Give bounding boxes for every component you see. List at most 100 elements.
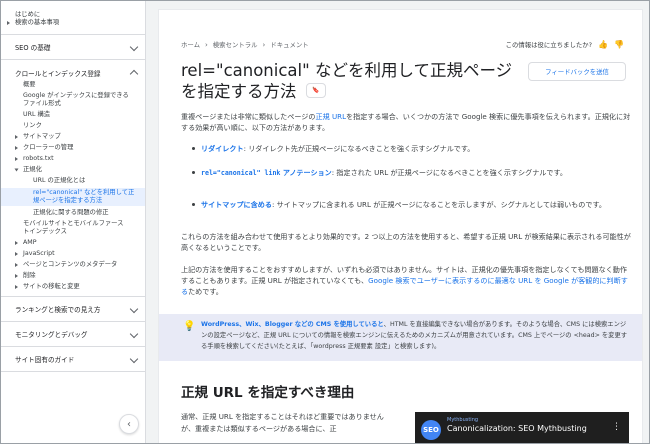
sidebar-item-url-structure[interactable]: URL 構造 (1, 111, 145, 119)
expand-triangle-icon (7, 20, 10, 25)
breadcrumb-home[interactable]: ホーム (181, 40, 200, 49)
breadcrumb-search-central[interactable]: 検索セントラル (213, 40, 258, 49)
breadcrumb: ホーム › 検索セントラル › ドキュメント (181, 40, 309, 50)
more-options-icon[interactable]: ⋮ (612, 422, 621, 432)
sidebar-item-label: サイトの移転と変更 (23, 283, 80, 290)
sidebar-group-site-guides[interactable]: サイト固有のガイド (1, 347, 145, 372)
lightbulb-icon: 💡 (183, 321, 196, 332)
section-paragraph: 通常、正規 URL を指定することはそれほど重要ではありませんが、重複または類似… (181, 412, 384, 433)
chevron-left-icon: ‹ (127, 418, 131, 430)
expand-triangle-icon (15, 273, 18, 278)
cms-link[interactable]: WordPress、Wix、Blogger などの CMS を使用していると (201, 321, 384, 328)
sidebar-item-label: Google がインデックスに登録できる (23, 92, 129, 99)
sidebar-item-canon-what[interactable]: URL の正規化とは (1, 177, 145, 185)
expand-triangle-icon (15, 156, 18, 161)
sidebar-group-label: SEO の基礎 (15, 44, 51, 52)
sidebar-item-label: トインデックス (23, 228, 67, 235)
sitemap-link[interactable]: サイトマップに含める (201, 200, 272, 209)
breadcrumb-documentation[interactable]: ドキュメント (270, 40, 308, 49)
rel-canonical-code-link[interactable]: rel="canonical" link (201, 169, 280, 177)
channel-logo-icon: SEO (421, 420, 441, 440)
video-channel-name: Mythbusting (447, 417, 479, 423)
thumb-down-icon[interactable]: 👎 (614, 40, 624, 49)
text: 重複ページまたは非常に類似したページの (181, 112, 316, 121)
sidebar-group-monitoring[interactable]: モニタリングとデバッグ (1, 322, 145, 347)
collapse-triangle-icon (14, 168, 19, 171)
expand-triangle-icon (15, 262, 18, 267)
text: : リダイレクト先が正規ページになるべきことを強く示すシグナルです。 (243, 144, 475, 153)
sidebar-item-basics[interactable]: 検索の基本事項 (1, 19, 145, 27)
text: : 指定された URL が正規ページになるべきことを強く示すシグナルです。 (331, 168, 567, 177)
sidebar-item-canon-rel-active[interactable]: rel="canonical" などを利用して正 規ページを指定する方法 (1, 188, 145, 206)
expand-triangle-icon (15, 134, 18, 139)
sidebar-group-label: モニタリングとデバッグ (15, 331, 88, 339)
helpful-label: この情報は役に立ちましたか? (505, 41, 593, 49)
canonical-url-link[interactable]: 正規 URL (316, 112, 347, 121)
sidebar-item-robots[interactable]: robots.txt (1, 155, 145, 163)
chevron-down-icon (129, 304, 139, 314)
sidebar-item-javascript[interactable]: JavaScript (1, 250, 145, 258)
breadcrumb-separator-icon: › (262, 40, 266, 49)
expand-triangle-icon (15, 145, 18, 150)
sidebar-item-label: モバイルサイトとモバイルファース (23, 220, 124, 227)
sidebar-item-intro[interactable]: はじめに (1, 11, 145, 19)
sidebar-item-site-moves[interactable]: サイトの移転と変更 (1, 283, 145, 291)
sidebar-item-sitemaps[interactable]: サイトマップ (1, 133, 145, 141)
sidebar-item-canonicalization[interactable]: 正規化 (1, 166, 145, 174)
sidebar-item-amp[interactable]: AMP (1, 239, 145, 247)
sidebar-item-label: 正規化 (23, 166, 42, 173)
sidebar-nav: はじめに 検索の基本事項 SEO の基礎 クロールとインデックス登録 概要 Go… (1, 1, 146, 443)
sidebar-item-label: 検索の基本事項 (15, 19, 60, 26)
bullet-redirect: リダイレクト: リダイレクト先が正規ページになるべきことを強く示すシグナルです。 (192, 143, 629, 154)
bookmark-icon: 🔖 (312, 87, 320, 94)
sidebar-item-label: 規ページを指定する方法 (33, 197, 103, 204)
video-title: Canonicalization: SEO Mythbusting (447, 424, 587, 433)
youtube-video-embed[interactable]: SEO Mythbusting Canonicalization: SEO My… (415, 412, 629, 443)
sidebar-item-metadata[interactable]: ページとコンテンツのメタデータ (1, 261, 145, 269)
helpful-prompt: この情報は役に立ちましたか? 👍 👎 (506, 40, 624, 49)
annotation-link[interactable]: アノテーション (280, 168, 332, 177)
bullet-rel-canonical: rel="canonical" link アノテーション: 指定された URL … (192, 167, 629, 179)
sidebar-group-seo-basics[interactable]: SEO の基礎 (1, 35, 145, 60)
sidebar-item-label: ファイル形式 (23, 100, 61, 107)
sidebar-item-label: ページとコンテンツのメタデータ (23, 261, 118, 268)
sidebar-item-label: robots.txt (23, 155, 54, 162)
sidebar-item-label: JavaScript (23, 250, 55, 257)
breadcrumb-separator-icon: › (204, 40, 208, 49)
chevron-up-icon (129, 69, 139, 79)
sidebar-item-accessible-files[interactable]: Google がインデックスに登録できる ファイル形式 (1, 92, 145, 108)
sidebar-item-label: サイトマップ (23, 133, 61, 140)
bullet-sitemap: サイトマップに含める: サイトマップに含まれる URL が正規ページになることを… (192, 199, 629, 210)
intro-paragraph: 重複ページまたは非常に類似したページの正規 URLを指定する場合、いくつかの方法… (181, 111, 631, 133)
send-feedback-button[interactable]: フィードバックを送信 (528, 62, 626, 81)
sidebar-item-links[interactable]: リンク (1, 122, 145, 130)
bookmark-button[interactable]: 🔖 (305, 83, 326, 98)
sidebar-group-label: ランキングと検索での見え方 (15, 306, 101, 314)
chevron-down-icon (129, 329, 139, 339)
browser-viewport: はじめに 検索の基本事項 SEO の基礎 クロールとインデックス登録 概要 Go… (0, 0, 650, 444)
sidebar-item-mobile[interactable]: モバイルサイトとモバイルファース トインデックス (1, 220, 145, 236)
collapse-sidebar-button[interactable]: ‹ (119, 414, 139, 434)
sidebar-item-label: クローラーの管理 (23, 144, 74, 151)
sidebar-item-removals[interactable]: 削除 (1, 272, 145, 280)
section-heading: 正規 URL を指定すべき理由 (181, 385, 355, 401)
expand-triangle-icon (15, 240, 18, 245)
sidebar-group-ranking[interactable]: ランキングと検索での見え方 (1, 297, 145, 322)
page-title: rel="canonical" などを利用して正規ページを指定する方法 🔖 (181, 60, 521, 102)
page-title-text: rel="canonical" などを利用して正規ページを指定する方法 (181, 61, 513, 101)
text: ためです。 (188, 287, 223, 296)
combine-paragraph: これらの方法を組み合わせて使用するとより効果的です。2 つ以上の方法を使用すると… (181, 232, 631, 252)
sidebar-item-overview[interactable]: 概要 (1, 81, 145, 89)
sidebar-item-crawler-management[interactable]: クローラーの管理 (1, 144, 145, 152)
sidebar-item-canon-fix[interactable]: 正規化に関する問題の修正 (1, 209, 145, 217)
chevron-down-icon (129, 42, 139, 52)
article-panel: ホーム › 検索セントラル › ドキュメント この情報は役に立ちましたか? 👍 … (158, 9, 643, 443)
sidebar-item-label: rel="canonical" などを利用して正 (33, 189, 135, 196)
text: : サイトマップに含まれる URL が正規ページになることを示しますが、シグナル… (271, 200, 606, 209)
sidebar-group-label: サイト固有のガイド (15, 356, 75, 364)
expand-triangle-icon (15, 251, 18, 256)
thumb-up-icon[interactable]: 👍 (598, 40, 608, 49)
sidebar-item-label: AMP (23, 239, 37, 246)
redirect-link[interactable]: リダイレクト (201, 144, 244, 153)
recommend-paragraph: 上記の方法を使用することをおすすめしますが、いずれも必須ではありません。サイトは… (181, 264, 631, 297)
